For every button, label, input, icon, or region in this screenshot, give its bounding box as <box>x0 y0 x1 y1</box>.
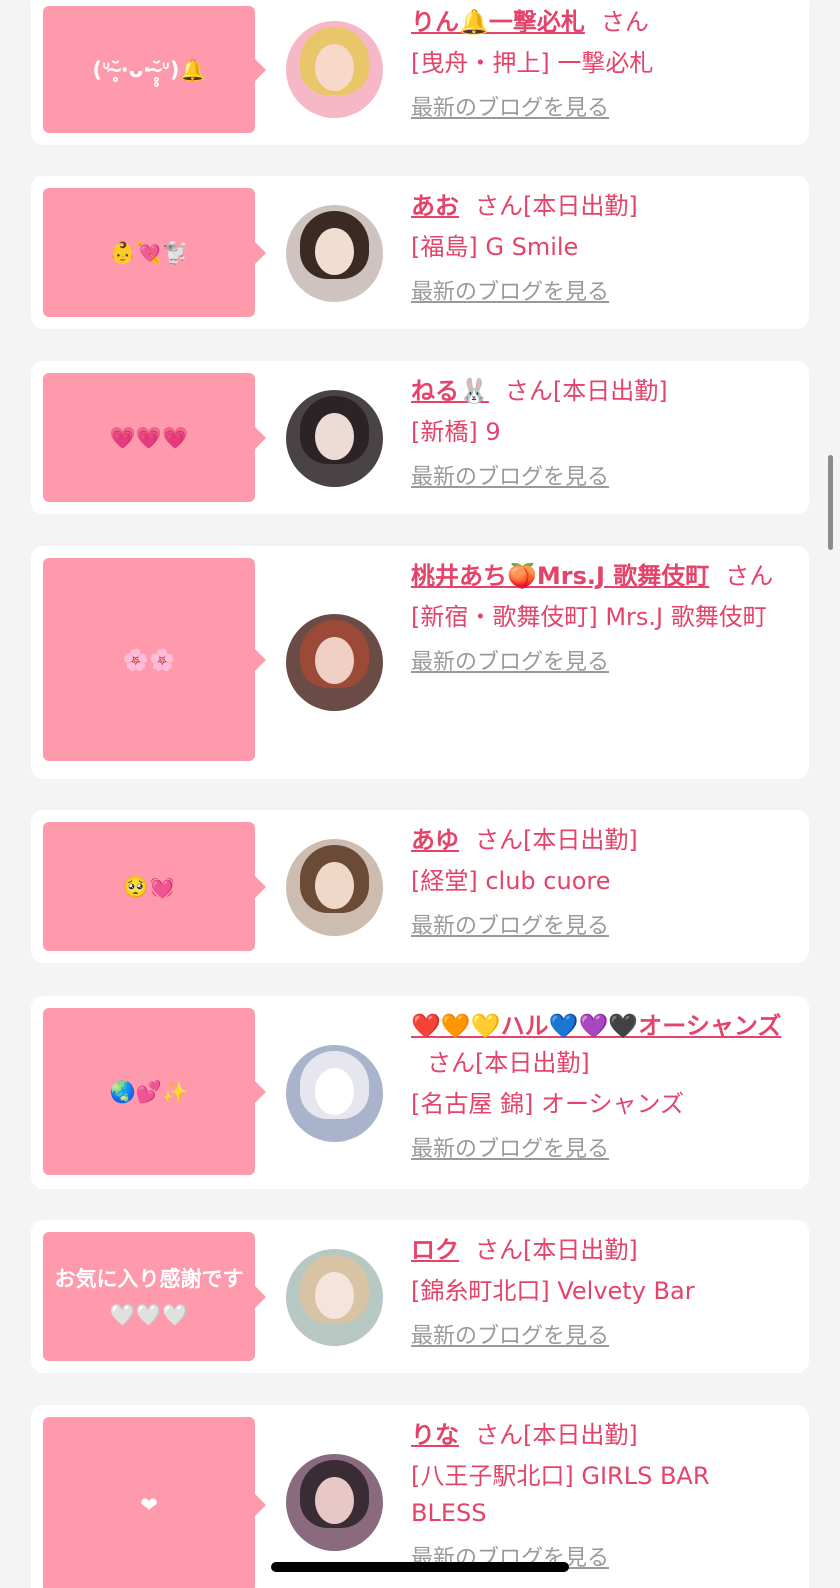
honorific-label: さん[本日出勤] <box>475 1421 638 1449</box>
message-bubble: 🌏💕✨ <box>43 1008 266 1175</box>
honorific-label: さん[本日出勤] <box>427 1049 590 1077</box>
avatar[interactable] <box>286 205 383 302</box>
entry-info: あお さん[本日出勤] [福島] G Smile 最新のブログを見る <box>411 188 791 308</box>
entry-info: ❤️🧡💛ハル💙💜🖤オーシャンズさん[本日出勤] [名古屋 錦] オーシャンズ 最… <box>411 1008 791 1165</box>
shop-label: [八王子駅北口] GIRLS BAR BLESS <box>411 1462 710 1527</box>
message-bubble: (ᐡ˘̴̥̥·ᴗ·˘̴̥̥ᐡ)🔔 <box>43 6 266 133</box>
name-line: あお さん[本日出勤] <box>411 188 791 225</box>
list-item: 🌸🌸 桃井あち🍑Mrs.J 歌舞伎町 さん [新宿・歌舞伎町] Mrs.J 歌舞伎… <box>31 546 809 779</box>
avatar[interactable] <box>286 839 383 936</box>
name-line: りん🔔一撃必札 さん <box>411 4 791 41</box>
avatar-face <box>315 44 354 91</box>
honorific-label: さん <box>600 8 649 36</box>
latest-blog-link[interactable]: 最新のブログを見る <box>411 912 609 942</box>
avatar[interactable] <box>286 614 383 711</box>
message-bubble: 💗💗💗 <box>43 373 266 502</box>
message-bubble: ❤ <box>43 1417 266 1588</box>
name-link[interactable]: ロク <box>411 1236 459 1264</box>
list-item: 👶💘🐩 あお さん[本日出勤] [福島] G Smile 最新のブログを見る <box>31 176 809 329</box>
name-line: りな さん[本日出勤] <box>411 1417 791 1454</box>
latest-blog-link[interactable]: 最新のブログを見る <box>411 463 609 493</box>
avatar-face <box>315 1068 354 1115</box>
name-link[interactable]: りん🔔一撃必札 <box>411 8 585 36</box>
honorific-label: さん[本日出勤] <box>475 192 638 220</box>
name-line: あゆ さん[本日出勤] <box>411 822 791 859</box>
list-item: お気に入り感謝です🤍🤍🤍 ロク さん[本日出勤] [錦糸町北口] Velvety … <box>31 1220 809 1373</box>
message-bubble: お気に入り感謝です🤍🤍🤍 <box>43 1232 266 1361</box>
avatar-face <box>315 1477 354 1524</box>
entry-info: りな さん[本日出勤] [八王子駅北口] GIRLS BAR BLESS 最新のブ… <box>411 1417 791 1574</box>
name-link[interactable]: あお <box>411 192 459 220</box>
avatar[interactable] <box>286 1249 383 1346</box>
list-item: 🌏💕✨ ❤️🧡💛ハル💙💜🖤オーシャンズさん[本日出勤] [名古屋 錦] オーシャ… <box>31 996 809 1189</box>
latest-blog-link[interactable]: 最新のブログを見る <box>411 278 609 308</box>
name-link[interactable]: あゆ <box>411 826 459 854</box>
latest-blog-link[interactable]: 最新のブログを見る <box>411 648 609 678</box>
name-link[interactable]: りな <box>411 1421 459 1449</box>
honorific-label: さん[本日出勤] <box>475 826 638 854</box>
entry-info: 桃井あち🍑Mrs.J 歌舞伎町 さん [新宿・歌舞伎町] Mrs.J 歌舞伎町 最… <box>411 558 791 678</box>
message-bubble: 🌸🌸 <box>43 558 266 761</box>
home-indicator[interactable] <box>271 1562 569 1572</box>
shop-label: [経堂] club cuore <box>411 867 611 895</box>
entry-info: ねる🐰 さん[本日出勤] [新橋] 9 最新のブログを見る <box>411 373 791 493</box>
latest-blog-link[interactable]: 最新のブログを見る <box>411 1135 609 1165</box>
shop-label: [錦糸町北口] Velvety Bar <box>411 1277 695 1305</box>
avatar-face <box>315 228 354 275</box>
shop-label: [福島] G Smile <box>411 233 579 261</box>
name-link[interactable]: 桃井あち🍑Mrs.J 歌舞伎町 <box>411 562 709 590</box>
shop-label: [曳舟・押上] 一撃必札 <box>411 49 654 77</box>
latest-blog-link[interactable]: 最新のブログを見る <box>411 1322 609 1352</box>
list-item: ❤ りな さん[本日出勤] [八王子駅北口] GIRLS BAR BLESS 最新… <box>31 1405 809 1588</box>
list-item: (ᐡ˘̴̥̥·ᴗ·˘̴̥̥ᐡ)🔔 りん🔔一撃必札 さん [曳舟・押上] 一撃必札 … <box>31 0 809 145</box>
name-line: 桃井あち🍑Mrs.J 歌舞伎町 さん <box>411 558 791 595</box>
avatar[interactable] <box>286 1454 383 1551</box>
list-item: 💗💗💗 ねる🐰 さん[本日出勤] [新橋] 9 最新のブログを見る <box>31 361 809 514</box>
favorites-list-page: (ᐡ˘̴̥̥·ᴗ·˘̴̥̥ᐡ)🔔 りん🔔一撃必札 さん [曳舟・押上] 一撃必札 … <box>0 0 840 1588</box>
name-line: ロク さん[本日出勤] <box>411 1232 791 1269</box>
avatar-face <box>315 862 354 909</box>
honorific-label: さん[本日出勤] <box>504 377 668 405</box>
shop-label: [新橋] 9 <box>411 418 501 446</box>
entry-info: ロク さん[本日出勤] [錦糸町北口] Velvety Bar 最新のブログを見る <box>411 1232 791 1352</box>
shop-label: [名古屋 錦] オーシャンズ <box>411 1090 685 1118</box>
honorific-label: さん <box>725 562 774 590</box>
honorific-label: さん[本日出勤] <box>475 1236 638 1264</box>
name-link[interactable]: ねる🐰 <box>411 377 489 405</box>
message-bubble: 👶💘🐩 <box>43 188 266 317</box>
avatar[interactable] <box>286 390 383 487</box>
avatar-face <box>315 637 354 684</box>
vertical-scrollbar[interactable] <box>828 455 833 550</box>
entry-info: あゆ さん[本日出勤] [経堂] club cuore 最新のブログを見る <box>411 822 791 942</box>
entry-info: りん🔔一撃必札 さん [曳舟・押上] 一撃必札 最新のブログを見る <box>411 4 791 124</box>
avatar[interactable] <box>286 21 383 118</box>
name-link[interactable]: ❤️🧡💛ハル💙💜🖤オーシャンズ <box>411 1012 781 1040</box>
avatar-face <box>315 1272 354 1319</box>
message-bubble: 🥺💓 <box>43 822 266 951</box>
avatar-face <box>315 413 354 460</box>
name-line: ねる🐰 さん[本日出勤] <box>411 373 791 410</box>
latest-blog-link[interactable]: 最新のブログを見る <box>411 94 609 124</box>
avatar[interactable] <box>286 1045 383 1142</box>
list-item: 🥺💓 あゆ さん[本日出勤] [経堂] club cuore 最新のブログを見る <box>31 810 809 963</box>
shop-label: [新宿・歌舞伎町] Mrs.J 歌舞伎町 <box>411 603 767 631</box>
name-line: ❤️🧡💛ハル💙💜🖤オーシャンズさん[本日出勤] <box>411 1008 791 1082</box>
